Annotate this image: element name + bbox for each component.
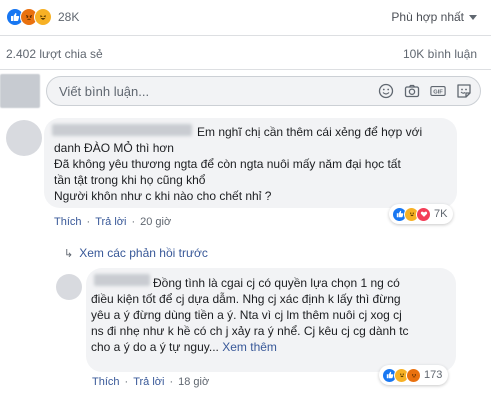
commenter-avatar[interactable] — [6, 120, 42, 156]
comment-reaction-count: 7K — [434, 208, 448, 220]
comment-bubble: Em nghĩ chị cần thêm cái xẻng để hợp với… — [44, 118, 457, 208]
camera-icon[interactable] — [404, 83, 420, 99]
view-previous-replies-link[interactable]: ↳ Xem các phản hồi trước — [64, 246, 208, 260]
like-button[interactable]: Thích — [54, 216, 82, 228]
comment: Em nghĩ chị cần thêm cái xẻng để hợp với… — [0, 118, 491, 243]
svg-text:GIF: GIF — [433, 89, 443, 95]
sticker-icon[interactable] — [456, 83, 472, 99]
see-more-link[interactable]: Xem thêm — [222, 340, 277, 354]
comment-actions: Thích · Trả lời · 18 giờ — [92, 376, 209, 388]
haha-icon — [34, 8, 52, 26]
comment-reactions[interactable]: 173 — [379, 365, 449, 385]
comment-placeholder: Viết bình luận... — [59, 84, 150, 99]
comment-timestamp[interactable]: 18 giờ — [178, 376, 209, 388]
sort-dropdown[interactable]: Phù hợp nhất — [391, 10, 477, 24]
chevron-down-icon — [469, 14, 477, 20]
avatar — [0, 74, 40, 108]
shares-count[interactable]: 2.402 lượt chia sẻ — [6, 47, 103, 61]
separator: · — [131, 216, 136, 228]
comment-actions: Thích · Trả lời · 20 giờ — [54, 216, 171, 228]
comment-reaction-count: 173 — [424, 369, 443, 381]
reactions-summary[interactable]: 28K — [6, 8, 79, 26]
angry-icon — [406, 367, 421, 383]
comment-bubble: Đồng tình là cgai cj có quyền lựa chọn 1… — [86, 268, 456, 372]
comment-text: Em nghĩ chị cần thêm cái xẻng để hợp với… — [54, 125, 423, 203]
reaction-count[interactable]: 28K — [58, 10, 79, 24]
comment-timestamp[interactable]: 20 giờ — [140, 216, 171, 228]
separator: · — [124, 376, 129, 388]
reply-arrow-icon: ↳ — [64, 247, 74, 260]
reply-button[interactable]: Trả lời — [133, 376, 164, 388]
reactions-summary-bar: 28K Phù hợp nhất — [0, 0, 491, 36]
reply-button[interactable]: Trả lời — [95, 216, 126, 228]
emoji-icon[interactable] — [378, 83, 394, 99]
comment-input[interactable]: Viết bình luận... GIF — [46, 76, 481, 106]
like-button[interactable]: Thích — [92, 376, 120, 388]
reply-comment: Đồng tình là cgai cj có quyền lựa chọn 1… — [0, 268, 491, 403]
comment-composer: Viết bình luận... GIF — [0, 70, 491, 112]
comments-count[interactable]: 10K bình luận — [403, 47, 477, 61]
view-previous-replies-label: Xem các phản hồi trước — [79, 246, 208, 260]
commenter-avatar[interactable] — [56, 274, 82, 300]
post-stats: 2.402 lượt chia sẻ 10K bình luận — [0, 36, 491, 70]
sort-label: Phù hợp nhất — [391, 10, 464, 24]
gif-icon[interactable]: GIF — [430, 83, 446, 99]
separator: · — [169, 376, 174, 388]
separator: · — [86, 216, 91, 228]
comment-text: Đồng tình là cgai cj có quyền lựa chọn 1… — [91, 275, 453, 355]
comment-reactions[interactable]: 7K — [389, 204, 454, 224]
heart-icon — [416, 206, 431, 222]
